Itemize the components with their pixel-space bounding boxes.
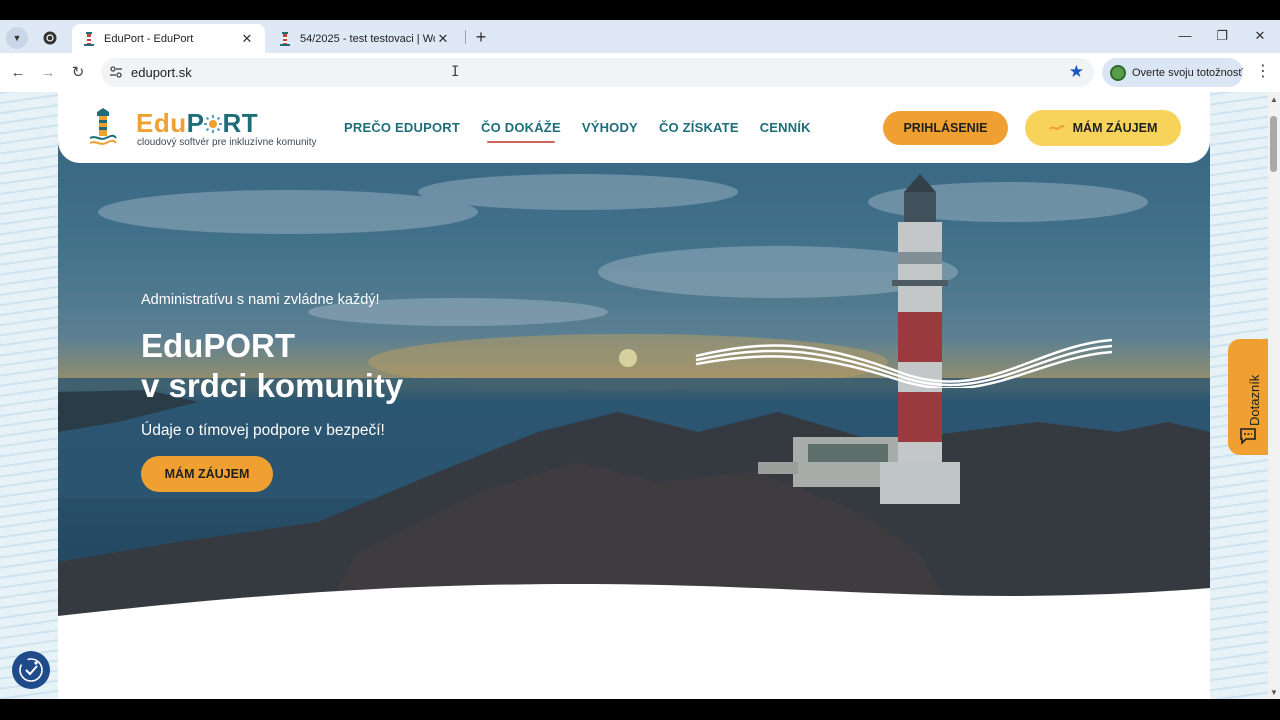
scroll-down-arrow-icon[interactable]: ▼ xyxy=(1270,688,1278,697)
accessibility-icon xyxy=(19,658,43,682)
hero-title: EduPORT v srdci komunity xyxy=(141,326,403,406)
chat-icon xyxy=(1240,428,1256,445)
restore-icon[interactable]: ❐ xyxy=(1212,27,1232,45)
chevron-down-icon: ▼ xyxy=(12,33,22,43)
close-window-icon[interactable]: ✕ xyxy=(1250,27,1270,45)
more-menu-icon[interactable]: ⋮ xyxy=(1255,62,1271,82)
nav-co-ziskate[interactable]: ČO ZÍSKATE xyxy=(659,120,739,135)
verify-identity-button[interactable]: Overte svoju totožnosť xyxy=(1102,58,1243,87)
nav-preco-eduport[interactable]: PREČO EDUPORT xyxy=(344,120,460,135)
hero-subtitle: Údaje o tímovej podpore v bezpečí! xyxy=(141,422,385,439)
survey-label: Dotazník xyxy=(1247,374,1262,426)
screen-bottom-bar xyxy=(0,699,1280,720)
header-interest-label: MÁM ZÁUJEM xyxy=(1072,121,1158,135)
lighthouse-favicon-icon xyxy=(84,31,94,46)
header-interest-button[interactable]: MÁM ZÁUJEM xyxy=(1025,110,1181,146)
lighthouse-favicon-icon xyxy=(280,31,290,46)
hero-title-line2: v srdci komunity xyxy=(141,367,404,404)
url-text[interactable]: eduport.sk xyxy=(131,65,192,80)
tab-close-icon[interactable]: ✕ xyxy=(435,31,451,47)
nav-cennik[interactable]: CENNÍK xyxy=(760,120,811,135)
nav-vyhody[interactable]: VÝHODY xyxy=(582,120,638,135)
screen-top-bar xyxy=(0,0,1280,20)
profile-badge-icon xyxy=(1110,64,1126,81)
accessibility-button[interactable] xyxy=(12,651,50,689)
text-cursor-icon: I xyxy=(451,64,460,80)
browser-toolbar: ← → ↻ eduport.sk ★ Overte svoju totožnos… xyxy=(0,53,1280,92)
meeting-icon xyxy=(43,31,57,45)
bookmark-star-icon[interactable]: ★ xyxy=(1069,62,1084,82)
scrollbar-thumb[interactable] xyxy=(1270,116,1277,172)
new-tab-plus-icon[interactable]: + xyxy=(471,27,491,47)
verify-identity-label: Overte svoju totožnosť xyxy=(1132,66,1243,79)
wave-icon xyxy=(1048,125,1065,130)
forward-arrow-icon[interactable]: → xyxy=(38,63,58,83)
browser-tab-strip: ▼ EduPort - EduPort ✕ 54/2025 - test tes… xyxy=(0,20,1280,53)
tab-title: 54/2025 - test testovaci | Work xyxy=(300,32,435,45)
tab-group-button[interactable] xyxy=(39,27,61,49)
tab-title: EduPort - EduPort xyxy=(104,32,194,45)
tab-close-icon[interactable]: ✕ xyxy=(239,31,255,47)
main-nav: PREČO EDUPORT ČO DOKÁŽE VÝHODY ČO ZÍSKAT… xyxy=(344,120,811,143)
tab-search-button[interactable]: ▼ xyxy=(6,27,28,49)
site-container: Administratívu s nami zvládne každý! Edu… xyxy=(58,92,1210,699)
lighthouse-logo-icon xyxy=(89,108,117,145)
hero-wave-lines xyxy=(695,338,1113,388)
address-bar[interactable]: eduport.sk ★ xyxy=(101,58,1094,87)
survey-widget[interactable]: Dotazník xyxy=(1228,339,1268,455)
hero-interest-button[interactable]: MÁM ZÁUJEM xyxy=(141,456,273,492)
tab-eduport[interactable]: EduPort - EduPort ✕ xyxy=(72,24,265,53)
site-settings-icon[interactable] xyxy=(109,65,123,79)
hero-kicker: Administratívu s nami zvládne každý! xyxy=(141,292,380,308)
scroll-up-arrow-icon[interactable]: ▲ xyxy=(1270,95,1278,104)
logo-tagline: cloudový softvér pre inkluzívne komunity xyxy=(137,137,317,148)
site-header: EduP RT cloudový softvér pre inkluzívne k… xyxy=(58,92,1210,163)
eduport-logo[interactable]: EduP RT cloudový softvér pre inkluzívne k… xyxy=(88,106,328,152)
reload-icon[interactable]: ↻ xyxy=(68,63,88,83)
hero-bottom-wave xyxy=(58,584,1210,699)
nav-co-dokaze[interactable]: ČO DOKÁŽE xyxy=(481,120,561,143)
logo-wordmark: EduP RT xyxy=(136,108,259,138)
page-viewport: Administratívu s nami zvládne každý! Edu… xyxy=(0,92,1268,699)
login-button[interactable]: PRIHLÁSENIE xyxy=(883,111,1008,145)
page-scrollbar[interactable]: ▲ ▼ xyxy=(1268,92,1280,699)
hero-title-line1: EduPORT xyxy=(141,327,295,364)
back-arrow-icon[interactable]: ← xyxy=(8,63,28,83)
tab-separator xyxy=(465,30,466,44)
tab-work[interactable]: 54/2025 - test testovaci | Work ✕ xyxy=(268,24,461,53)
sun-gear-icon xyxy=(204,115,223,133)
minimize-icon[interactable]: — xyxy=(1175,27,1195,45)
hero-section: Administratívu s nami zvládne každý! Edu… xyxy=(58,132,1210,622)
